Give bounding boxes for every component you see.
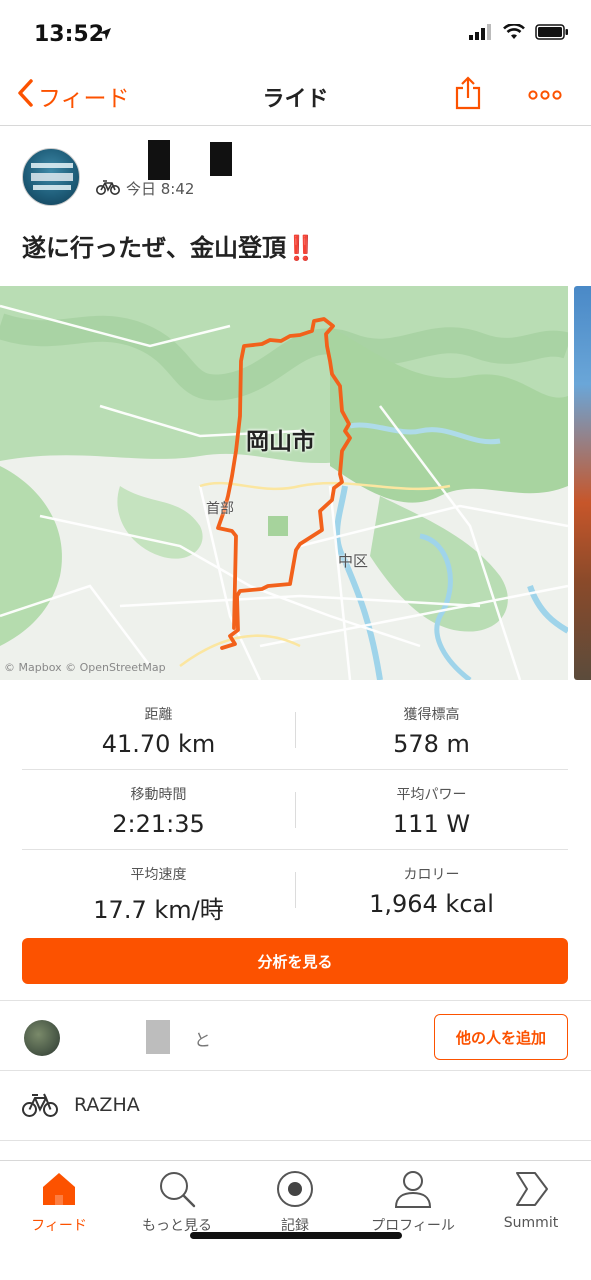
- athlete-avatar[interactable]: [22, 148, 80, 206]
- tab-explore[interactable]: もっと見る: [118, 1167, 236, 1235]
- stat-value: 2:21:35: [112, 810, 205, 838]
- tab-record[interactable]: 記録: [236, 1167, 354, 1235]
- stat-value: 1,964 kcal: [369, 890, 494, 918]
- stat-row: 移動時間 2:21:35 平均パワー 111 W: [22, 770, 568, 850]
- stat-avg-power: 平均パワー 111 W: [295, 784, 568, 838]
- ellipsis-icon: [528, 86, 562, 105]
- status-bar: 13:52: [0, 0, 591, 66]
- activity-title-text: 遂に行ったぜ、金山登頂: [22, 234, 286, 262]
- activity-title: 遂に行ったぜ、金山登頂‼️: [22, 228, 316, 263]
- gear-row[interactable]: RAZHA: [0, 1072, 591, 1140]
- redacted-name-block: [146, 1020, 170, 1054]
- stat-label: カロリー: [403, 867, 460, 883]
- battery-icon: [535, 24, 569, 44]
- tab-feed[interactable]: フィード: [0, 1167, 118, 1235]
- photo-thumbnail[interactable]: [574, 286, 591, 680]
- signal-icon: [469, 24, 493, 44]
- map-attribution: © Mapbox © OpenStreetMap: [4, 661, 166, 674]
- location-arrow-icon: [98, 26, 112, 45]
- page-title: ライド: [262, 87, 329, 112]
- group-activity-row: と 他の人を追加: [0, 1002, 591, 1070]
- wifi-icon: [503, 23, 525, 44]
- tab-profile[interactable]: プロフィール: [354, 1167, 472, 1235]
- status-indicators: [469, 23, 569, 44]
- activity-header: 今日 8:42: [22, 140, 582, 208]
- divider: [0, 1000, 591, 1001]
- stat-row: 距離 41.70 km 獲得標高 578 m: [22, 690, 568, 770]
- map-city-label: 岡山市: [246, 429, 315, 455]
- activity-time: 今日 8:42: [126, 180, 195, 198]
- activity-meta: 今日 8:42: [96, 178, 194, 199]
- stat-moving-time: 移動時間 2:21:35: [22, 784, 295, 838]
- stat-value: 41.70 km: [101, 730, 216, 758]
- share-button[interactable]: [454, 76, 482, 114]
- stat-avg-speed: 平均速度 17.7 km/時: [22, 864, 295, 925]
- stat-label: 平均パワー: [396, 787, 467, 803]
- with-label: と: [194, 1031, 211, 1051]
- home-indicator[interactable]: [190, 1232, 402, 1239]
- redacted-name-block: [148, 140, 170, 180]
- stat-label: 移動時間: [130, 787, 187, 803]
- stat-elevation-gain: 獲得標高 578 m: [295, 704, 568, 758]
- home-icon: [0, 1167, 118, 1211]
- map-ward-label: 中区: [338, 552, 369, 570]
- stat-label: 平均速度: [130, 867, 187, 883]
- more-options-button[interactable]: [528, 86, 562, 105]
- route-map[interactable]: 岡山市 中区 首部 © Mapbox © OpenStreetMap: [0, 286, 568, 680]
- record-icon: [236, 1167, 354, 1211]
- stats-grid: 距離 41.70 km 獲得標高 578 m 移動時間 2:21:35 平均パワ…: [22, 690, 568, 930]
- divider: [0, 1070, 591, 1071]
- redacted-name-block: [210, 142, 232, 176]
- companion-avatar[interactable]: [24, 1020, 60, 1056]
- tab-summit[interactable]: Summit: [472, 1167, 590, 1231]
- search-icon: [118, 1167, 236, 1211]
- summit-icon: [472, 1167, 590, 1211]
- map-canvas: [0, 286, 568, 680]
- nav-bar: フィード ライド: [0, 66, 591, 126]
- tab-bar: フィード もっと見る 記録 プロフィール Summit: [0, 1160, 591, 1280]
- tab-label: Summit: [503, 1215, 559, 1231]
- stat-row: 平均速度 17.7 km/時 カロリー 1,964 kcal: [22, 850, 568, 930]
- stat-value: 578 m: [393, 730, 470, 758]
- profile-icon: [354, 1167, 472, 1211]
- stat-label: 獲得標高: [403, 707, 460, 723]
- add-people-button[interactable]: 他の人を追加: [434, 1014, 568, 1060]
- share-icon: [454, 76, 482, 114]
- view-analysis-button[interactable]: 分析を見る: [22, 938, 568, 984]
- gear-name: RAZHA: [74, 1094, 140, 1116]
- stat-value: 17.7 km/時: [93, 896, 224, 924]
- bike-icon: [22, 1092, 58, 1122]
- bike-icon: [96, 179, 120, 199]
- stat-calories: カロリー 1,964 kcal: [295, 864, 568, 918]
- stat-distance: 距離 41.70 km: [22, 704, 295, 758]
- divider: [0, 1140, 591, 1141]
- title-emoji: ‼️: [286, 234, 316, 262]
- stat-value: 111 W: [392, 810, 471, 838]
- stat-label: 距離: [144, 707, 173, 723]
- tab-label: フィード: [31, 1218, 87, 1234]
- map-district-label: 首部: [206, 501, 234, 517]
- status-time: 13:52: [34, 22, 105, 47]
